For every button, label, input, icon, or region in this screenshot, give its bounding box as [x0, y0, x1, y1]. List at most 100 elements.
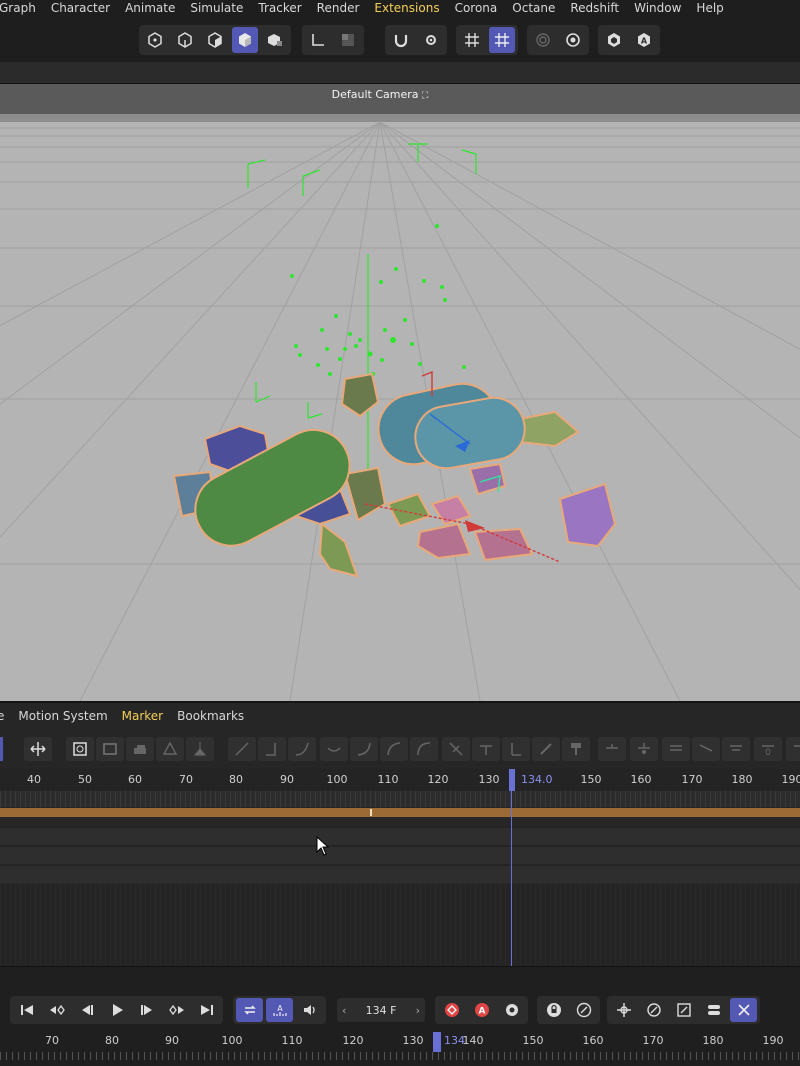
menu-render[interactable]: Render — [317, 0, 360, 17]
camera-label[interactable]: Default Camera ⛶ — [0, 88, 760, 101]
workplane-snap-button[interactable] — [489, 27, 515, 53]
bottom-playhead-marker[interactable] — [433, 1032, 441, 1052]
timeline-menu-bookmarks[interactable]: Bookmarks — [177, 709, 244, 723]
keyframe-marker[interactable] — [370, 809, 372, 816]
menu-help[interactable]: Help — [696, 0, 723, 17]
menu-character[interactable]: Character — [51, 0, 110, 17]
zero-value-button[interactable]: 0 — [754, 737, 782, 761]
timeline-ruler[interactable]: 40 50 60 70 80 90 100 110 120 130 150 16… — [0, 769, 800, 791]
axis-mode-button[interactable] — [305, 27, 331, 53]
track-row[interactable] — [0, 865, 800, 883]
zero-angle-button[interactable] — [598, 737, 626, 761]
move-tool-button[interactable] — [24, 737, 52, 761]
frame-selection-button[interactable] — [66, 737, 94, 761]
frame-decrement-button[interactable]: ‹ — [342, 1004, 346, 1017]
volume-button[interactable] — [296, 998, 323, 1022]
scale-key-icon — [676, 1003, 691, 1017]
loop-button[interactable] — [236, 998, 263, 1022]
playback-range-ruler[interactable]: 70 80 90 100 110 120 130 140 150 160 170… — [0, 1030, 800, 1066]
bottom-ruler-tick: 120 — [342, 1034, 364, 1047]
polygons-mode-button[interactable] — [202, 27, 228, 53]
key-scale-button[interactable] — [670, 998, 697, 1022]
grid-snap-button[interactable] — [459, 27, 485, 53]
sound-scrub-button[interactable]: A — [266, 998, 293, 1022]
step-interp-button[interactable] — [258, 737, 286, 761]
key-rotation-button[interactable] — [640, 998, 667, 1022]
ruler-tick: 70 — [179, 773, 193, 786]
empty-track-area[interactable] — [0, 885, 800, 965]
menu-simulate[interactable]: Simulate — [190, 0, 243, 17]
menu-octane[interactable]: Octane — [512, 0, 555, 17]
ease-out-button[interactable] — [380, 737, 408, 761]
keyframe-track[interactable] — [0, 808, 800, 817]
stack-button[interactable] — [126, 737, 154, 761]
broom-button[interactable] — [186, 737, 214, 761]
frame-selection-icon — [73, 742, 87, 756]
go-to-end-button[interactable] — [193, 998, 220, 1022]
3d-viewport[interactable]: Default Camera ⛶ — [0, 84, 800, 701]
solo-settings-button[interactable] — [560, 27, 586, 53]
playhead-line — [511, 791, 512, 966]
lock-value-button[interactable] — [502, 737, 530, 761]
key-parameter-button[interactable] — [700, 998, 727, 1022]
menu-redshift[interactable]: Redshift — [570, 0, 619, 17]
brush-button[interactable] — [562, 737, 590, 761]
menu-tracker[interactable]: Tracker — [258, 0, 301, 17]
arnold-button[interactable]: A — [631, 27, 657, 53]
frame-increment-button[interactable]: › — [416, 1004, 420, 1017]
record-active-button[interactable] — [438, 998, 465, 1022]
playhead-marker[interactable] — [509, 769, 515, 791]
menu-extensions[interactable]: Extensions — [374, 0, 439, 17]
object-axis-button[interactable] — [262, 27, 288, 53]
more-tools-button[interactable] — [786, 737, 800, 761]
menu-corona[interactable]: Corona — [455, 0, 498, 17]
bottom-ruler-tick: 110 — [281, 1034, 303, 1047]
go-to-start-button[interactable] — [13, 998, 40, 1022]
snap-button[interactable] — [388, 27, 414, 53]
model-mode-button[interactable] — [232, 27, 258, 53]
spline-interp-button[interactable] — [288, 737, 316, 761]
next-key-button[interactable] — [163, 998, 190, 1022]
flatten-button[interactable] — [662, 737, 690, 761]
tangent-tool-button[interactable] — [532, 737, 560, 761]
key-point-button[interactable] — [730, 998, 757, 1022]
break-tangent-button[interactable] — [442, 737, 470, 761]
lock-group — [537, 996, 600, 1024]
ease-curve-button[interactable] — [410, 737, 438, 761]
lock-time-icon — [480, 745, 492, 755]
texture-mode-button[interactable] — [335, 27, 361, 53]
redshift-button[interactable] — [601, 27, 627, 53]
points-mode-button[interactable] — [142, 27, 168, 53]
pla-button[interactable] — [570, 998, 597, 1022]
autokey-button[interactable]: A — [468, 998, 495, 1022]
key-position-button[interactable] — [610, 998, 637, 1022]
menu-graph[interactable]: Graph — [0, 0, 36, 17]
auto-tangent-button[interactable] — [692, 737, 720, 761]
triangle-button[interactable] — [156, 737, 184, 761]
frame-all-button[interactable] — [96, 737, 124, 761]
clamp-button[interactable] — [722, 737, 750, 761]
menu-animate[interactable]: Animate — [125, 0, 175, 17]
snap-settings-button[interactable] — [418, 27, 444, 53]
play-button[interactable] — [103, 998, 130, 1022]
track-row[interactable] — [0, 846, 800, 864]
key-settings-button[interactable] — [498, 998, 525, 1022]
next-frame-button[interactable] — [133, 998, 160, 1022]
previous-frame-button[interactable] — [73, 998, 100, 1022]
zero-length-button[interactable] — [630, 737, 658, 761]
lock-time-button[interactable] — [472, 737, 500, 761]
timeline-menu-cut[interactable]: e — [0, 709, 4, 723]
current-frame-field[interactable]: ‹ 134 F › — [337, 998, 425, 1022]
track-row[interactable] — [0, 827, 800, 845]
ease-in-button[interactable] — [350, 737, 378, 761]
linear-interp-button[interactable] — [228, 737, 256, 761]
menu-window[interactable]: Window — [634, 0, 681, 17]
edges-mode-button[interactable] — [172, 27, 198, 53]
solo-button[interactable] — [530, 27, 556, 53]
timeline-menu-marker[interactable]: Marker — [122, 709, 163, 723]
timeline-menu-motion-system[interactable]: Motion System — [18, 709, 107, 723]
previous-key-button[interactable] — [43, 998, 70, 1022]
lock-key-button[interactable] — [540, 998, 567, 1022]
ease-both-button[interactable] — [320, 737, 348, 761]
timeline-tracks[interactable] — [0, 791, 800, 966]
